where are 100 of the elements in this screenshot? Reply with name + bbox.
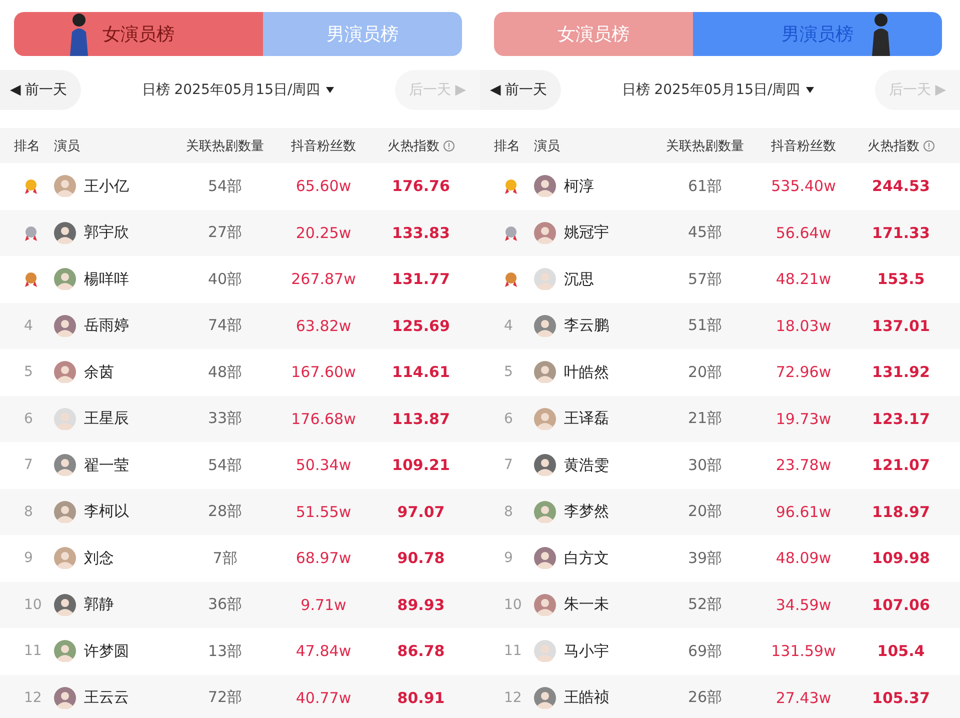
previous-day-button[interactable]: ◀ 前一天	[480, 70, 562, 110]
actor-name: 柯淳	[564, 176, 594, 196]
medal-icon	[504, 271, 518, 288]
column-header: 关联热剧数量	[665, 138, 745, 154]
actor-name: 王小亿	[84, 176, 129, 196]
actor-name: 姚冠宇	[564, 223, 609, 242]
heat-index: 123.17	[871, 410, 931, 428]
drama-count: 57部	[686, 270, 724, 289]
ranking-row[interactable]: 郭宇欣 27部 20.25w 133.83	[0, 210, 480, 256]
date-selector[interactable]: 日榜 2025年05月15日/周四	[616, 80, 820, 100]
ranking-row[interactable]: 7 翟一莹 54部 50.34w 109.21	[0, 442, 480, 488]
avatar	[534, 222, 556, 244]
fan-count: 47.84w	[294, 642, 352, 660]
ranking-row[interactable]: 7 黄浩雯 30部 23.78w 121.07	[480, 442, 960, 488]
ranking-row[interactable]: 10 朱一未 52部 34.59w 107.06	[480, 582, 960, 628]
drama-count: 54部	[206, 456, 244, 475]
ranking-row[interactable]: 8 李梦然 20部 96.61w 118.97	[480, 488, 960, 535]
ranking-row[interactable]: 4 李云鹏 51部 18.03w 137.01	[480, 302, 960, 349]
fan-count: 20.25w	[294, 224, 352, 242]
medal-icon	[24, 178, 38, 194]
avatar	[534, 175, 556, 198]
ranking-row[interactable]: 9 白方文 39部 48.09w 109.98	[480, 535, 960, 582]
fan-count: 51.55w	[294, 502, 352, 521]
heat-index: 244.53	[871, 177, 931, 196]
ranking-row[interactable]: 4 岳雨婷 74部 63.82w 125.69	[0, 302, 480, 349]
fan-count: 19.73w	[774, 410, 832, 428]
actor-name: 黄浩雯	[564, 456, 609, 475]
heat-index: 153.5	[876, 270, 926, 288]
ranking-row[interactable]: 8 李柯以 28部 51.55w 97.07	[0, 488, 480, 535]
ranking-row[interactable]: 王小亿 54部 65.60w 176.76	[0, 163, 480, 210]
avatar	[54, 547, 76, 570]
avatar	[534, 686, 556, 709]
ranking-row[interactable]: 5 余茵 48部 167.60w 114.61	[0, 349, 480, 396]
rank-number: 12	[24, 690, 42, 706]
actor-name: 楊咩咩	[84, 270, 129, 289]
drama-count: 52部	[686, 595, 724, 614]
actor-name: 郭宇欣	[84, 223, 129, 242]
heat-index: 171.33	[871, 224, 931, 242]
avatar	[54, 268, 76, 290]
actor-name: 岳雨婷	[84, 316, 129, 336]
fan-count: 48.21w	[774, 270, 832, 288]
caret-icon	[806, 87, 814, 93]
ranking-row[interactable]: 12 王云云 72部 40.77w 80.91	[0, 674, 480, 718]
heat-index: 125.69	[391, 316, 451, 335]
ranking-row[interactable]: 柯淳 61部 535.40w 244.53	[480, 163, 960, 210]
ranking-row[interactable]: 沉思 57部 48.21w 153.5	[480, 256, 960, 302]
rank-number: 6	[504, 410, 513, 427]
ranking-row[interactable]: 10 郭静 36部 9.71w 89.93	[0, 582, 480, 628]
medal-icon	[24, 271, 38, 288]
heat-index: 105.37	[871, 688, 931, 707]
rank-number: 7	[24, 457, 33, 474]
avatar	[534, 500, 556, 523]
medal-icon	[504, 178, 518, 194]
fan-count: 18.03w	[774, 316, 832, 335]
fan-count: 167.60w	[290, 363, 357, 382]
avatar	[54, 314, 76, 337]
actor-name: 王皓祯	[564, 688, 609, 708]
info-icon[interactable]	[442, 140, 454, 152]
column-header: 抖音粉丝数	[290, 138, 357, 154]
actor-name: 余茵	[84, 362, 114, 382]
rank-number: 7	[504, 457, 513, 474]
ranking-row[interactable]: 11 马小宇 69部 131.59w 105.4	[480, 628, 960, 674]
ranking-row[interactable]: 5 叶皓然 20部 72.96w 131.92	[480, 349, 960, 396]
ranking-row[interactable]: 12 王皓祯 26部 27.43w 105.37	[480, 674, 960, 718]
drama-count: 20部	[686, 362, 724, 382]
drama-count: 33部	[206, 409, 244, 428]
rank-number: 12	[504, 690, 522, 706]
fan-count: 27.43w	[774, 688, 832, 707]
ranking-row[interactable]: 姚冠宇 45部 56.64w 171.33	[480, 210, 960, 256]
heat-index: 80.91	[396, 688, 446, 707]
ranking-row[interactable]: 11 许梦圆 13部 47.84w 86.78	[0, 628, 480, 674]
actor-name: 李云鹏	[564, 316, 609, 336]
ranking-row[interactable]: 9 刘念 7部 68.97w 90.78	[0, 535, 480, 582]
date-selector[interactable]: 日榜 2025年05月15日/周四	[136, 80, 340, 100]
actor-name: 许梦圆	[84, 642, 129, 661]
column-header: 排名	[494, 138, 521, 154]
rank-number: 9	[504, 550, 513, 566]
ranking-row[interactable]: 6 王星辰 33部 176.68w 113.87	[0, 396, 480, 442]
avatar	[54, 361, 76, 384]
heat-index: 109.98	[871, 549, 931, 568]
drama-count: 36部	[206, 595, 244, 614]
ranking-row[interactable]: 6 王译磊 21部 19.73w 123.17	[480, 396, 960, 442]
drama-count: 51部	[686, 316, 724, 336]
rank-number: 5	[504, 364, 513, 380]
rank-number: 5	[24, 364, 33, 380]
column-header: 排名	[14, 138, 41, 154]
previous-day-button[interactable]: ◀ 前一天	[0, 70, 82, 110]
avatar	[534, 640, 556, 662]
column-header: 火热指数	[372, 136, 470, 154]
ranking-row[interactable]: 楊咩咩 40部 267.87w 131.77	[0, 256, 480, 302]
fan-count: 96.61w	[774, 502, 832, 521]
actor-name: 白方文	[564, 548, 609, 568]
avatar	[534, 314, 556, 337]
rank-number: 8	[504, 504, 513, 520]
fan-count: 63.82w	[294, 316, 352, 335]
fan-count: 535.40w	[770, 177, 837, 196]
actor-name: 郭静	[84, 595, 114, 614]
heat-index: 90.78	[396, 549, 446, 568]
heat-index: 176.76	[391, 177, 451, 196]
info-icon[interactable]	[922, 140, 934, 152]
